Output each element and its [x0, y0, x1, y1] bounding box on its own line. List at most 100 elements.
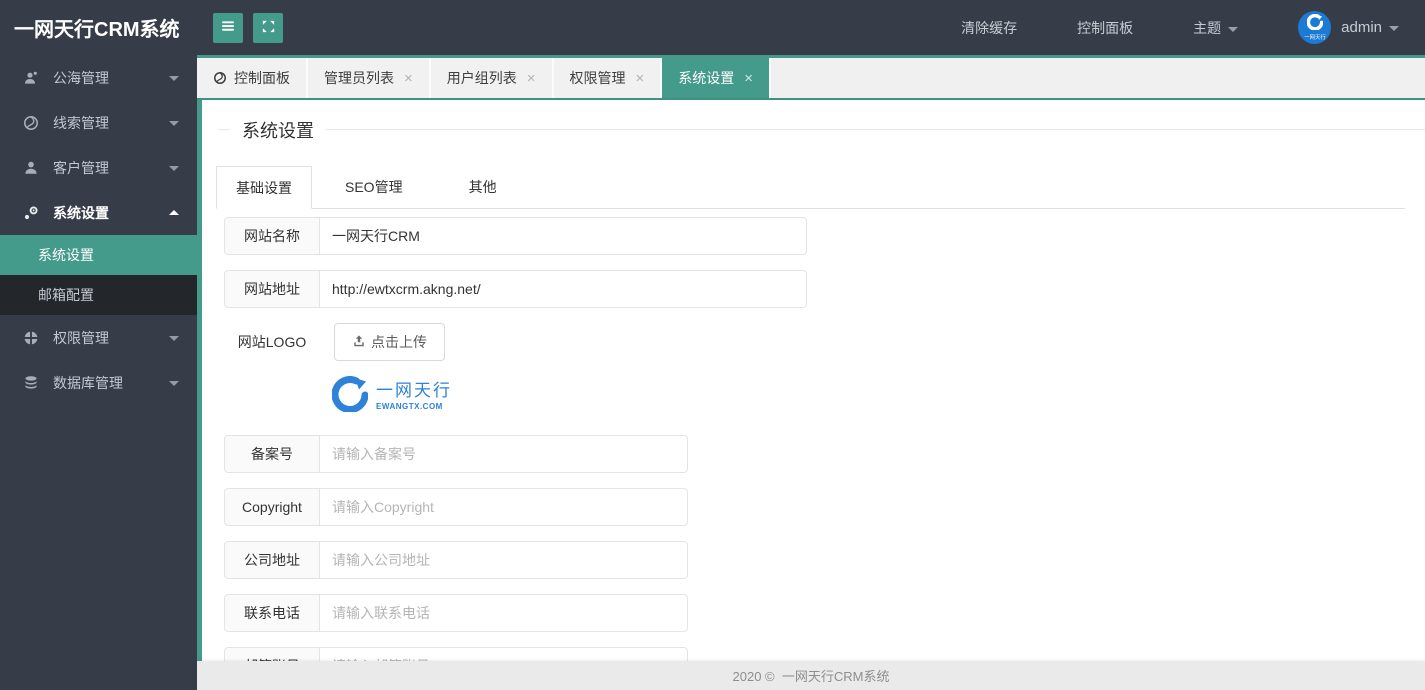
- chevron-up-icon: [169, 205, 179, 215]
- open-tabs-bar: 控制面板 管理员列表 × 用户组列表 × 权限管理 × 系统设置 ×: [197, 55, 1425, 100]
- brand-name: 一网天行: [376, 381, 452, 400]
- footer: 2020 © 一网天行CRM系统: [197, 661, 1425, 690]
- form-row-phone: 联系电话: [224, 594, 1425, 632]
- panel-title-divider: 系统设置: [218, 117, 1425, 143]
- settings-form: 网站名称 网站地址 网站LOGO 点击上传: [224, 217, 1425, 685]
- page-title: 系统设置: [230, 117, 326, 143]
- users-icon: [22, 70, 40, 86]
- upload-icon: [352, 334, 371, 351]
- sidebar-toggle-button[interactable]: [213, 12, 243, 43]
- site-logo-label: 网站LOGO: [237, 334, 307, 350]
- form-row-site-name: 网站名称: [224, 217, 1425, 255]
- app-title: 一网天行CRM系统: [14, 19, 180, 41]
- chevron-down-icon: [1389, 25, 1399, 36]
- gears-icon: [22, 205, 40, 221]
- tab-basic-settings[interactable]: 基础设置: [216, 166, 312, 209]
- form-row-site-url: 网站地址: [224, 270, 1425, 308]
- phone-label: 联系电话: [224, 594, 320, 632]
- main-content: 系统设置 基础设置 SEO管理 其他 网站名称 网站地址 网站LOGO: [197, 100, 1425, 690]
- close-icon[interactable]: ×: [636, 70, 645, 87]
- sidebar-subitem-system-settings[interactable]: 系统设置: [0, 235, 197, 275]
- form-row-icp: 备案号: [224, 435, 1425, 473]
- site-url-input[interactable]: [319, 270, 807, 308]
- copyright-input[interactable]: [319, 488, 688, 526]
- header-actions: 清除缓存 控制面板 主题 一网天行 admin: [961, 11, 1425, 44]
- hamburger-icon: [220, 18, 236, 37]
- brand-domain: EWANGTX.COM: [376, 402, 443, 411]
- sidebar-subitem-mail-config[interactable]: 邮箱配置: [0, 275, 197, 315]
- copyright-label: Copyright: [224, 488, 320, 526]
- tab-label: 权限管理: [569, 70, 626, 86]
- globe-grid-icon: [22, 330, 40, 346]
- chevron-down-icon: [169, 75, 179, 86]
- site-logo-preview: 一网天行 EWANGTX.COM: [331, 376, 1425, 417]
- icp-label: 备案号: [224, 435, 320, 473]
- brand-swoosh-icon: [331, 376, 369, 417]
- upload-button-label: 点击上传: [371, 334, 427, 350]
- tab-other[interactable]: 其他: [450, 166, 516, 208]
- close-icon[interactable]: ×: [744, 70, 753, 87]
- tab-system-settings[interactable]: 系统设置 ×: [662, 58, 772, 98]
- tab-seo[interactable]: SEO管理: [326, 166, 422, 208]
- control-panel-link[interactable]: 控制面板: [1077, 18, 1133, 38]
- chevron-down-icon: [1228, 26, 1239, 37]
- brand-swoosh-icon: [1306, 13, 1324, 35]
- brand-wordmark: 一网天行 EWANGTX.COM: [376, 381, 452, 412]
- tab-label: 控制面板: [234, 70, 290, 86]
- user-menu-dropdown[interactable]: admin: [1341, 19, 1399, 36]
- user-icon: [22, 160, 40, 176]
- tab-label: 管理员列表: [324, 70, 394, 86]
- close-icon[interactable]: ×: [404, 70, 413, 87]
- chevron-down-icon: [169, 120, 179, 131]
- sidebar-item-label: 公海管理: [53, 69, 109, 86]
- sidebar-item-leads[interactable]: 线索管理: [0, 100, 197, 145]
- upload-button[interactable]: 点击上传: [334, 323, 445, 361]
- chevron-down-icon: [169, 380, 179, 391]
- app-header: 一网天行CRM系统 清除缓存 控制面板 主题 一网天行 admin: [0, 0, 1425, 55]
- address-label: 公司地址: [224, 541, 320, 579]
- chevron-down-icon: [169, 165, 179, 176]
- sidebar-item-label: 数据库管理: [53, 374, 123, 391]
- sidebar-item-database[interactable]: 数据库管理: [0, 360, 197, 405]
- site-url-label: 网站地址: [224, 270, 320, 308]
- footer-text: 2020 © 一网天行CRM系统: [732, 669, 890, 684]
- sidebar: 公海管理 线索管理 客户管理 系统设置 系统设置 邮箱配置 权限管理 数据库管理: [0, 55, 197, 690]
- sidebar-item-label: 客户管理: [53, 159, 109, 176]
- form-row-address: 公司地址: [224, 541, 1425, 579]
- avatar[interactable]: 一网天行: [1298, 11, 1332, 44]
- site-name-label: 网站名称: [224, 217, 320, 255]
- tab-permissions[interactable]: 权限管理 ×: [553, 58, 663, 98]
- form-row-site-logo: 网站LOGO 点击上传: [224, 323, 1425, 361]
- username: admin: [1341, 19, 1382, 36]
- form-row-copyright: Copyright: [224, 488, 1425, 526]
- app-window: 一网天行CRM系统 清除缓存 控制面板 主题 一网天行 admin 公海管理 线…: [0, 0, 1425, 690]
- icp-input[interactable]: [319, 435, 688, 473]
- sidebar-item-system-settings[interactable]: 系统设置: [0, 190, 197, 235]
- close-icon[interactable]: ×: [527, 70, 536, 87]
- tab-label: 用户组列表: [446, 70, 517, 86]
- address-input[interactable]: [319, 541, 688, 579]
- fullscreen-button[interactable]: [253, 12, 283, 43]
- globe-icon: [22, 115, 40, 131]
- theme-label: 主题: [1193, 19, 1222, 36]
- tab-label: 系统设置: [678, 70, 735, 86]
- tab-admin-list[interactable]: 管理员列表 ×: [308, 58, 431, 98]
- sidebar-item-permissions[interactable]: 权限管理: [0, 315, 197, 360]
- theme-dropdown[interactable]: 主题: [1193, 18, 1239, 38]
- sidebar-item-public-sea[interactable]: 公海管理: [0, 55, 197, 100]
- settings-tabs: 基础设置 SEO管理 其他: [216, 166, 1405, 209]
- avatar-brand-text: 一网天行: [1303, 35, 1326, 41]
- globe-icon: [213, 71, 227, 85]
- sidebar-item-label: 权限管理: [53, 329, 109, 346]
- chevron-down-icon: [169, 335, 179, 346]
- database-icon: [22, 375, 40, 391]
- site-name-input[interactable]: [319, 217, 807, 255]
- sidebar-item-customers[interactable]: 客户管理: [0, 145, 197, 190]
- tab-control-panel[interactable]: 控制面板: [197, 58, 308, 98]
- sidebar-item-label: 线索管理: [53, 114, 109, 131]
- tab-user-group-list[interactable]: 用户组列表 ×: [430, 58, 554, 98]
- phone-input[interactable]: [319, 594, 688, 632]
- clear-cache-link[interactable]: 清除缓存: [961, 18, 1017, 38]
- sidebar-item-label: 系统设置: [53, 204, 109, 221]
- expand-icon: [261, 19, 276, 37]
